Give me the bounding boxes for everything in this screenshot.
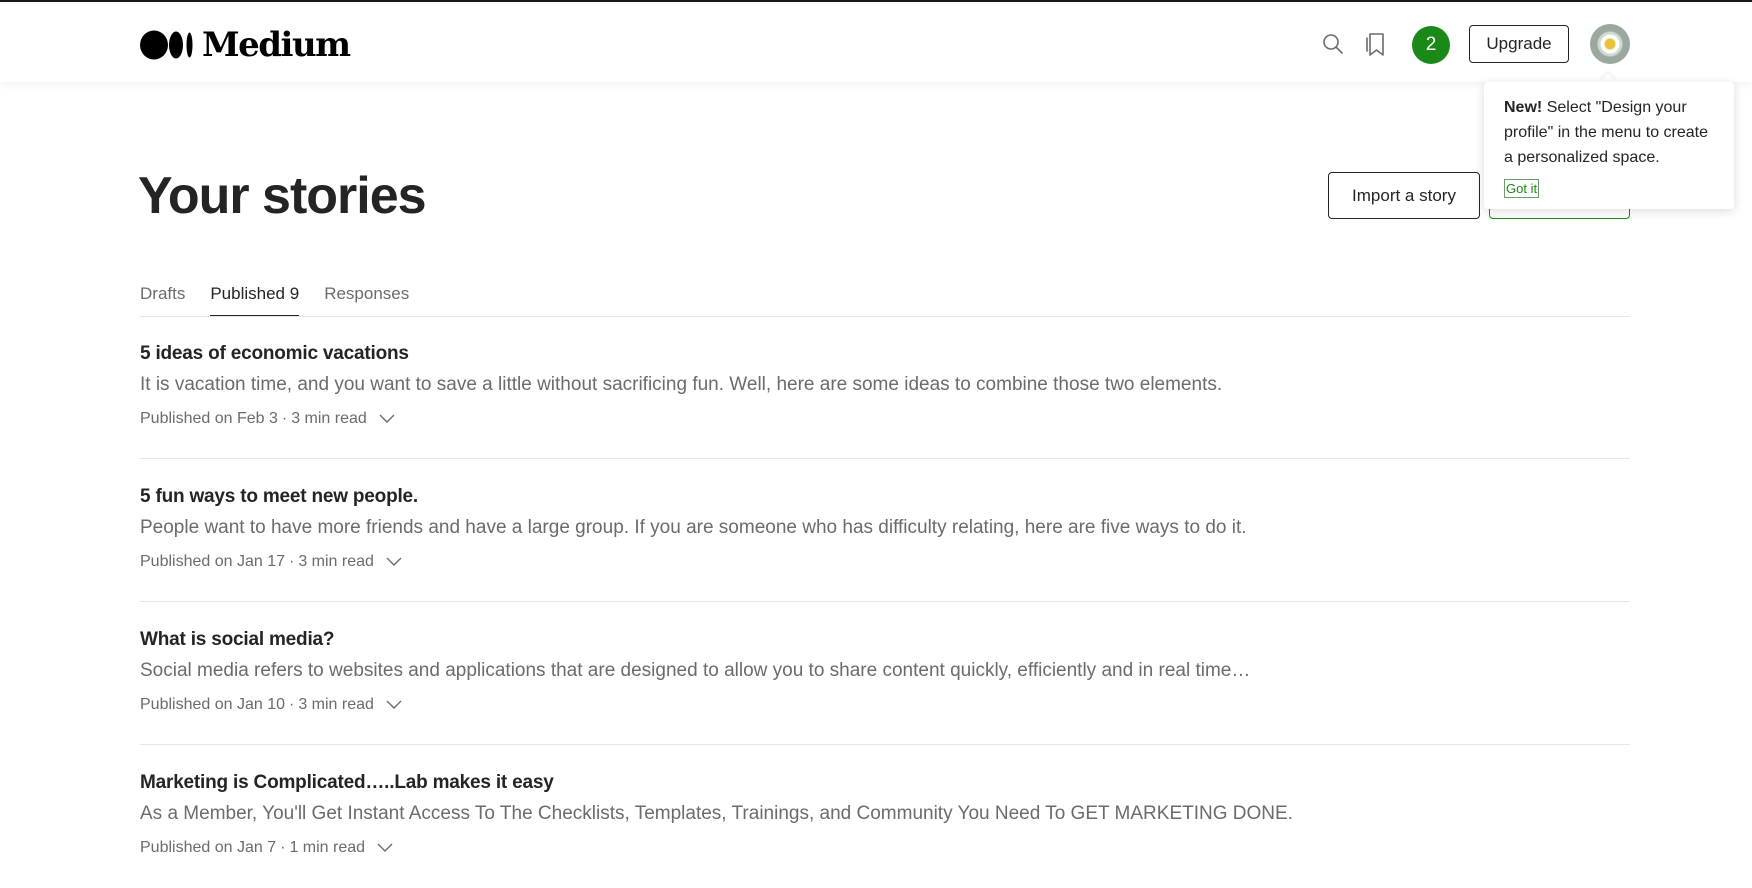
story-published-date: Published on Jan 10 bbox=[140, 696, 285, 713]
story-read-time: 1 min read bbox=[289, 839, 366, 856]
story-published-date: Published on Feb 3 bbox=[140, 410, 278, 427]
tooltip-message: New! Select "Design your profile" in the… bbox=[1504, 95, 1714, 170]
story-subtitle: As a Member, You'll Get Instant Access T… bbox=[140, 803, 1293, 824]
page-title: Your stories bbox=[138, 167, 427, 225]
stories-tabs: Drafts Published 9 Responses bbox=[140, 280, 1630, 317]
meta-separator: · bbox=[280, 839, 286, 856]
chevron-down-icon[interactable] bbox=[379, 414, 395, 424]
story-subtitle: It is vacation time, and you want to sav… bbox=[140, 374, 1223, 395]
list-item: 5 ideas of economic vacations It is vaca… bbox=[140, 316, 1630, 459]
list-item: 5 fun ways to meet new people. People wa… bbox=[140, 459, 1630, 602]
medium-logo[interactable]: Medium bbox=[140, 25, 351, 65]
story-meta: Published on Jan 17 · 3 min read bbox=[140, 553, 402, 571]
meta-separator: · bbox=[289, 696, 295, 713]
got-it-button[interactable]: Got it bbox=[1504, 179, 1540, 198]
list-item: Marketing is Complicated…..Lab makes it … bbox=[140, 745, 1630, 888]
story-read-time: 3 min read bbox=[298, 553, 374, 570]
avatar[interactable] bbox=[1590, 24, 1630, 64]
story-meta: Published on Feb 3 · 3 min read bbox=[140, 410, 395, 428]
tab-responses[interactable]: Responses bbox=[324, 280, 409, 315]
story-meta: Published on Jan 10 · 3 min read bbox=[140, 696, 402, 714]
search-icon[interactable] bbox=[1321, 32, 1345, 56]
tooltip-new-label: New! bbox=[1504, 99, 1543, 116]
story-title[interactable]: Marketing is Complicated…..Lab makes it … bbox=[140, 772, 554, 794]
medium-logo-text: Medium bbox=[202, 25, 351, 65]
story-published-date: Published on Jan 7 bbox=[140, 839, 277, 856]
story-subtitle: People want to have more friends and hav… bbox=[140, 517, 1247, 538]
tab-drafts[interactable]: Drafts bbox=[140, 280, 185, 315]
top-navbar: Medium 2 Upgrade bbox=[0, 2, 1752, 82]
upgrade-button[interactable]: Upgrade bbox=[1469, 25, 1569, 63]
chevron-down-icon[interactable] bbox=[377, 843, 393, 853]
chevron-down-icon[interactable] bbox=[386, 557, 402, 567]
meta-separator: · bbox=[289, 553, 295, 570]
story-title[interactable]: 5 fun ways to meet new people. bbox=[140, 486, 418, 508]
chevron-down-icon[interactable] bbox=[386, 700, 402, 710]
stories-list: 5 ideas of economic vacations It is vaca… bbox=[140, 316, 1630, 888]
story-published-date: Published on Jan 17 bbox=[140, 553, 285, 570]
story-read-time: 3 min read bbox=[291, 410, 367, 427]
list-item: What is social media? Social media refer… bbox=[140, 602, 1630, 745]
story-read-time: 3 min read bbox=[298, 696, 374, 713]
tab-published[interactable]: Published 9 bbox=[210, 280, 300, 316]
notifications-badge[interactable]: 2 bbox=[1412, 26, 1450, 64]
import-story-button[interactable]: Import a story bbox=[1328, 172, 1480, 219]
meta-separator: · bbox=[281, 410, 288, 427]
profile-design-tooltip: New! Select "Design your profile" in the… bbox=[1484, 82, 1734, 209]
story-meta: Published on Jan 7 · 1 min read bbox=[140, 839, 393, 857]
story-title[interactable]: 5 ideas of economic vacations bbox=[140, 343, 409, 365]
medium-logo-icon bbox=[140, 30, 196, 60]
bookmarks-icon[interactable] bbox=[1364, 30, 1388, 58]
story-title[interactable]: What is social media? bbox=[140, 629, 335, 651]
story-subtitle: Social media refers to websites and appl… bbox=[140, 660, 1251, 681]
